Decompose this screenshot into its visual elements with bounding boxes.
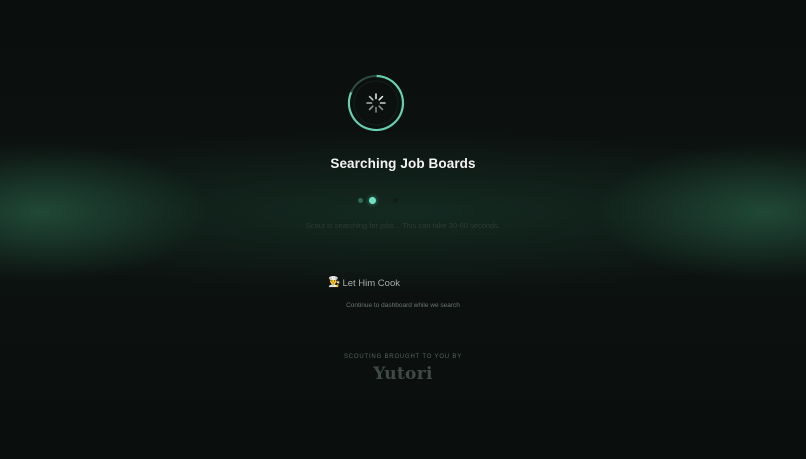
continue-caption: Continue to dashboard while we search bbox=[346, 302, 460, 309]
progress-dot-1 bbox=[358, 198, 363, 203]
yutori-logo: Yutori bbox=[373, 364, 433, 384]
progress-dot-2-active bbox=[369, 197, 376, 204]
progress-dots bbox=[356, 196, 402, 206]
progress-dot-3 bbox=[382, 198, 387, 203]
let-him-cook-label: Let Him Cook bbox=[342, 277, 400, 289]
loading-screen: Searching Job Boards Scout is searching … bbox=[0, 0, 806, 459]
loading-title: Searching Job Boards bbox=[330, 156, 476, 171]
brought-by-label: SCOUTING BROUGHT TO YOU BY bbox=[343, 354, 463, 360]
let-him-cook-button[interactable]: 👨‍🍳 Let Him Cook bbox=[322, 274, 406, 292]
chef-emoji-icon: 👨‍🍳 bbox=[327, 277, 341, 288]
loading-subtext: Scout is searching for jobs... This can … bbox=[305, 221, 501, 230]
spinner-icon bbox=[347, 74, 405, 132]
progress-dot-4 bbox=[393, 198, 398, 203]
